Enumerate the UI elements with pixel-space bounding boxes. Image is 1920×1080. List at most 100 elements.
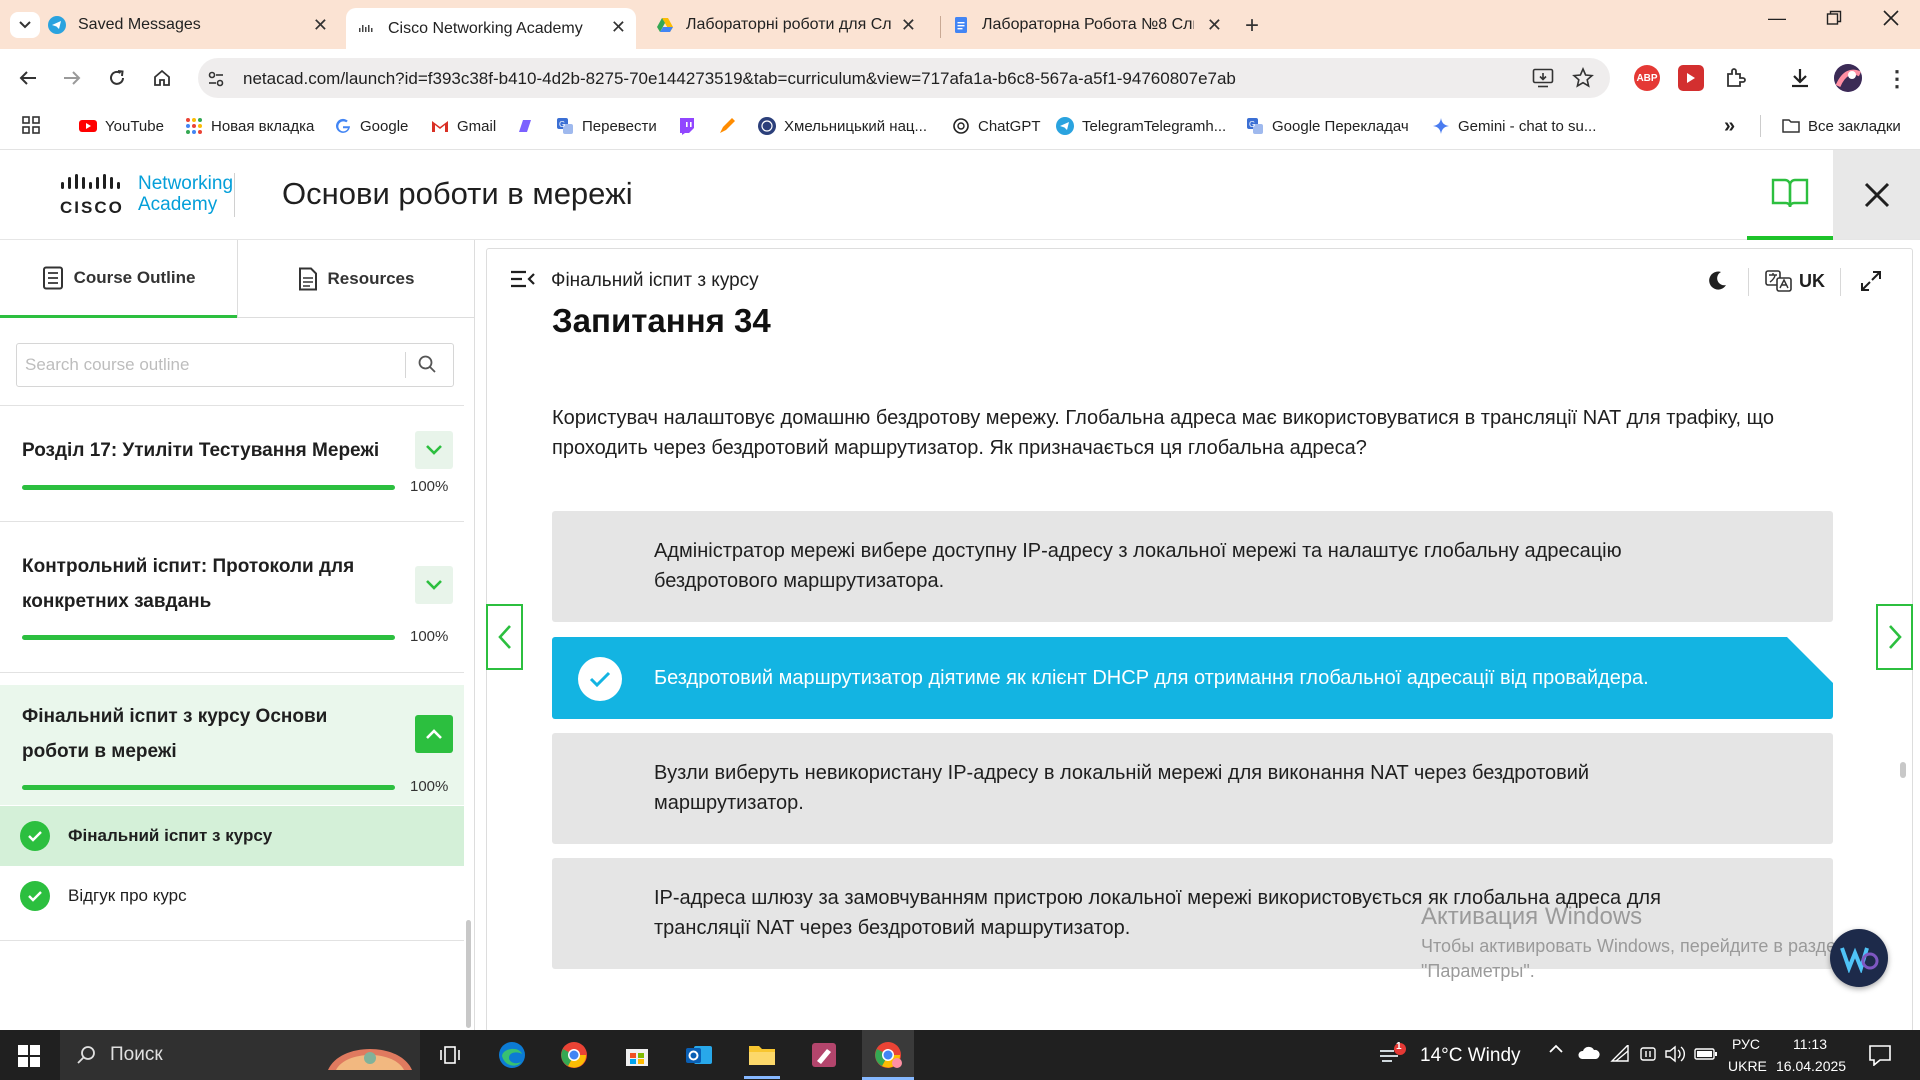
next-button[interactable] bbox=[1876, 604, 1913, 670]
cisco-bars-icon bbox=[61, 174, 120, 189]
adblock-extension-icon[interactable]: ABP bbox=[1634, 65, 1660, 91]
collapse-section-button[interactable] bbox=[415, 715, 453, 753]
bookmark-pencil[interactable] bbox=[718, 113, 744, 139]
sidebar-scrollbar[interactable] bbox=[466, 920, 471, 1028]
bookmark-chatgpt[interactable]: ChatGPT bbox=[952, 113, 1041, 139]
tab-lab-work-8[interactable]: Лабораторна Робота №8 Слиж ✕ bbox=[952, 6, 1232, 44]
answer-option-correct[interactable]: Бездротовий маршрутизатор діятиме як клі… bbox=[552, 637, 1833, 719]
close-tab-icon[interactable]: ✕ bbox=[611, 18, 626, 36]
start-button[interactable] bbox=[18, 1045, 40, 1067]
bookmarks-overflow-button[interactable]: » bbox=[1724, 113, 1735, 139]
bookmark-google[interactable]: Google bbox=[334, 113, 408, 139]
bookmark-new-tab[interactable]: Новая вкладка bbox=[185, 113, 314, 139]
bookmark-google-translate[interactable]: G Google Перекладач bbox=[1246, 113, 1409, 139]
all-bookmarks-button[interactable]: Все закладки bbox=[1782, 113, 1901, 139]
chrome-icon bbox=[561, 1042, 587, 1068]
divider bbox=[0, 940, 464, 941]
course-content-button[interactable] bbox=[1747, 150, 1833, 240]
chrome-taskbar-button[interactable] bbox=[556, 1037, 592, 1073]
store-taskbar-button[interactable] bbox=[619, 1037, 655, 1073]
reload-button[interactable] bbox=[103, 64, 131, 92]
edge-taskbar-button[interactable] bbox=[494, 1037, 530, 1073]
new-tab-button[interactable]: + bbox=[1245, 12, 1259, 40]
clock-date[interactable]: 16.04.2025 bbox=[1776, 1058, 1846, 1074]
back-button[interactable] bbox=[14, 64, 42, 92]
notifications-icon[interactable] bbox=[1868, 1044, 1892, 1066]
logo-line-1: Networking bbox=[138, 173, 234, 194]
weather-text[interactable]: 14°C Windy bbox=[1420, 1045, 1521, 1067]
volume-icon[interactable] bbox=[1664, 1045, 1686, 1063]
chrome-profile-app-icon[interactable] bbox=[870, 1037, 906, 1073]
section-title[interactable]: Контрольний іспит: Протоколи для конкрет… bbox=[22, 549, 382, 619]
outlook-taskbar-button[interactable] bbox=[681, 1037, 717, 1073]
outline-item-final-exam[interactable]: Фінальний іспит з курсу bbox=[0, 806, 464, 866]
extensions-puzzle-icon[interactable] bbox=[1724, 66, 1748, 90]
dark-mode-button[interactable] bbox=[1706, 270, 1728, 292]
bookmark-gemini[interactable]: Gemini - chat to su... bbox=[1432, 113, 1596, 139]
input-language-bottom[interactable]: UKRE bbox=[1728, 1058, 1767, 1074]
onedrive-cloud-icon[interactable] bbox=[1578, 1046, 1600, 1060]
previous-button[interactable] bbox=[486, 604, 523, 670]
section-progress-label: 100% bbox=[410, 478, 449, 495]
install-app-icon[interactable] bbox=[1532, 68, 1554, 88]
section-title[interactable]: Фінальний іспит з курсу Основи роботи в … bbox=[22, 699, 382, 769]
header-divider bbox=[1840, 268, 1841, 296]
home-button[interactable] bbox=[148, 64, 176, 92]
weather-icon[interactable]: 1 bbox=[1378, 1041, 1406, 1067]
tab-cisco-networking-academy[interactable]: Cisco Networking Academy ✕ bbox=[346, 8, 636, 49]
tab-search-button[interactable] bbox=[10, 12, 40, 38]
bookmark-gmail[interactable]: Gmail bbox=[431, 113, 496, 139]
expand-section-button[interactable] bbox=[415, 566, 453, 604]
fullscreen-button[interactable] bbox=[1860, 270, 1882, 292]
close-course-button[interactable] bbox=[1833, 150, 1920, 239]
profile-avatar[interactable] bbox=[1834, 64, 1862, 92]
input-language-top[interactable]: РУС bbox=[1732, 1036, 1760, 1052]
close-window-button[interactable] bbox=[1883, 10, 1899, 26]
show-hidden-icons-chevron-icon[interactable] bbox=[1548, 1042, 1564, 1054]
taskbar-search[interactable]: Поиск bbox=[60, 1030, 420, 1080]
bookmark-twitch[interactable] bbox=[678, 113, 704, 139]
browser-menu-icon[interactable]: ⋮ bbox=[1886, 66, 1908, 92]
battery-icon[interactable] bbox=[1694, 1048, 1718, 1060]
tab-course-outline[interactable]: Course Outline bbox=[0, 240, 237, 318]
clock-time[interactable]: 11:13 bbox=[1793, 1036, 1827, 1052]
cisco-logo[interactable]: CISCO bbox=[60, 174, 128, 218]
drawing-app-taskbar-button[interactable] bbox=[806, 1037, 842, 1073]
answer-option[interactable]: Вузли виберуть невикористану IP-адресу в… bbox=[552, 733, 1833, 844]
bookmark-telegram[interactable]: TelegramTelegramh... bbox=[1056, 113, 1226, 139]
taskbar-search-label: Поиск bbox=[110, 1044, 163, 1065]
restore-button[interactable] bbox=[1826, 10, 1842, 26]
language-button[interactable] bbox=[1765, 270, 1793, 292]
bookmark-youtube[interactable]: YouTube bbox=[79, 113, 164, 139]
tab-lab-works[interactable]: Лабораторні роботи для Слиж ✕ bbox=[656, 6, 926, 44]
wifi-icon[interactable] bbox=[1610, 1045, 1630, 1063]
assistant-bubble-icon[interactable] bbox=[1830, 929, 1888, 987]
url-text[interactable]: netacad.com/launch?id=f393c38f-b410-4d2b… bbox=[243, 69, 1236, 89]
site-info-icon[interactable] bbox=[206, 69, 226, 89]
close-tab-icon[interactable]: ✕ bbox=[901, 16, 916, 34]
section-title[interactable]: Розділ 17: Утиліти Тестування Мережі bbox=[22, 433, 382, 468]
explorer-taskbar-button[interactable] bbox=[744, 1037, 780, 1073]
close-tab-icon[interactable]: ✕ bbox=[313, 16, 328, 34]
close-tab-icon[interactable]: ✕ bbox=[1207, 16, 1222, 34]
forward-button[interactable] bbox=[58, 64, 86, 92]
bookmark-star-icon[interactable] bbox=[1572, 67, 1594, 89]
bookmark-diamond[interactable] bbox=[516, 113, 542, 139]
task-view-button[interactable] bbox=[432, 1037, 468, 1073]
content-scrollbar[interactable] bbox=[1900, 762, 1906, 778]
bookmark-translate[interactable]: G Перевести bbox=[556, 113, 657, 139]
apps-grid-icon[interactable] bbox=[22, 116, 40, 134]
answer-option[interactable]: Адміністратор мережі вибере доступну IP-… bbox=[552, 511, 1833, 622]
expand-section-button[interactable] bbox=[415, 431, 453, 469]
tab-resources[interactable]: Resources bbox=[238, 240, 474, 318]
search-icon[interactable] bbox=[417, 354, 437, 374]
language-code[interactable]: UK bbox=[1799, 271, 1825, 292]
downloads-icon[interactable] bbox=[1788, 66, 1812, 90]
battery-plug-icon[interactable] bbox=[1638, 1045, 1658, 1063]
video-extension-icon[interactable] bbox=[1678, 65, 1704, 91]
bookmark-khmelnytskyi[interactable]: Хмельницький нац... bbox=[758, 113, 927, 139]
outline-item-course-feedback[interactable]: Відгук про курс bbox=[0, 866, 464, 926]
toggle-outline-button[interactable] bbox=[510, 269, 536, 289]
minimize-button[interactable]: — bbox=[1768, 8, 1786, 29]
tab-saved-messages[interactable]: Saved Messages ✕ bbox=[48, 6, 338, 44]
